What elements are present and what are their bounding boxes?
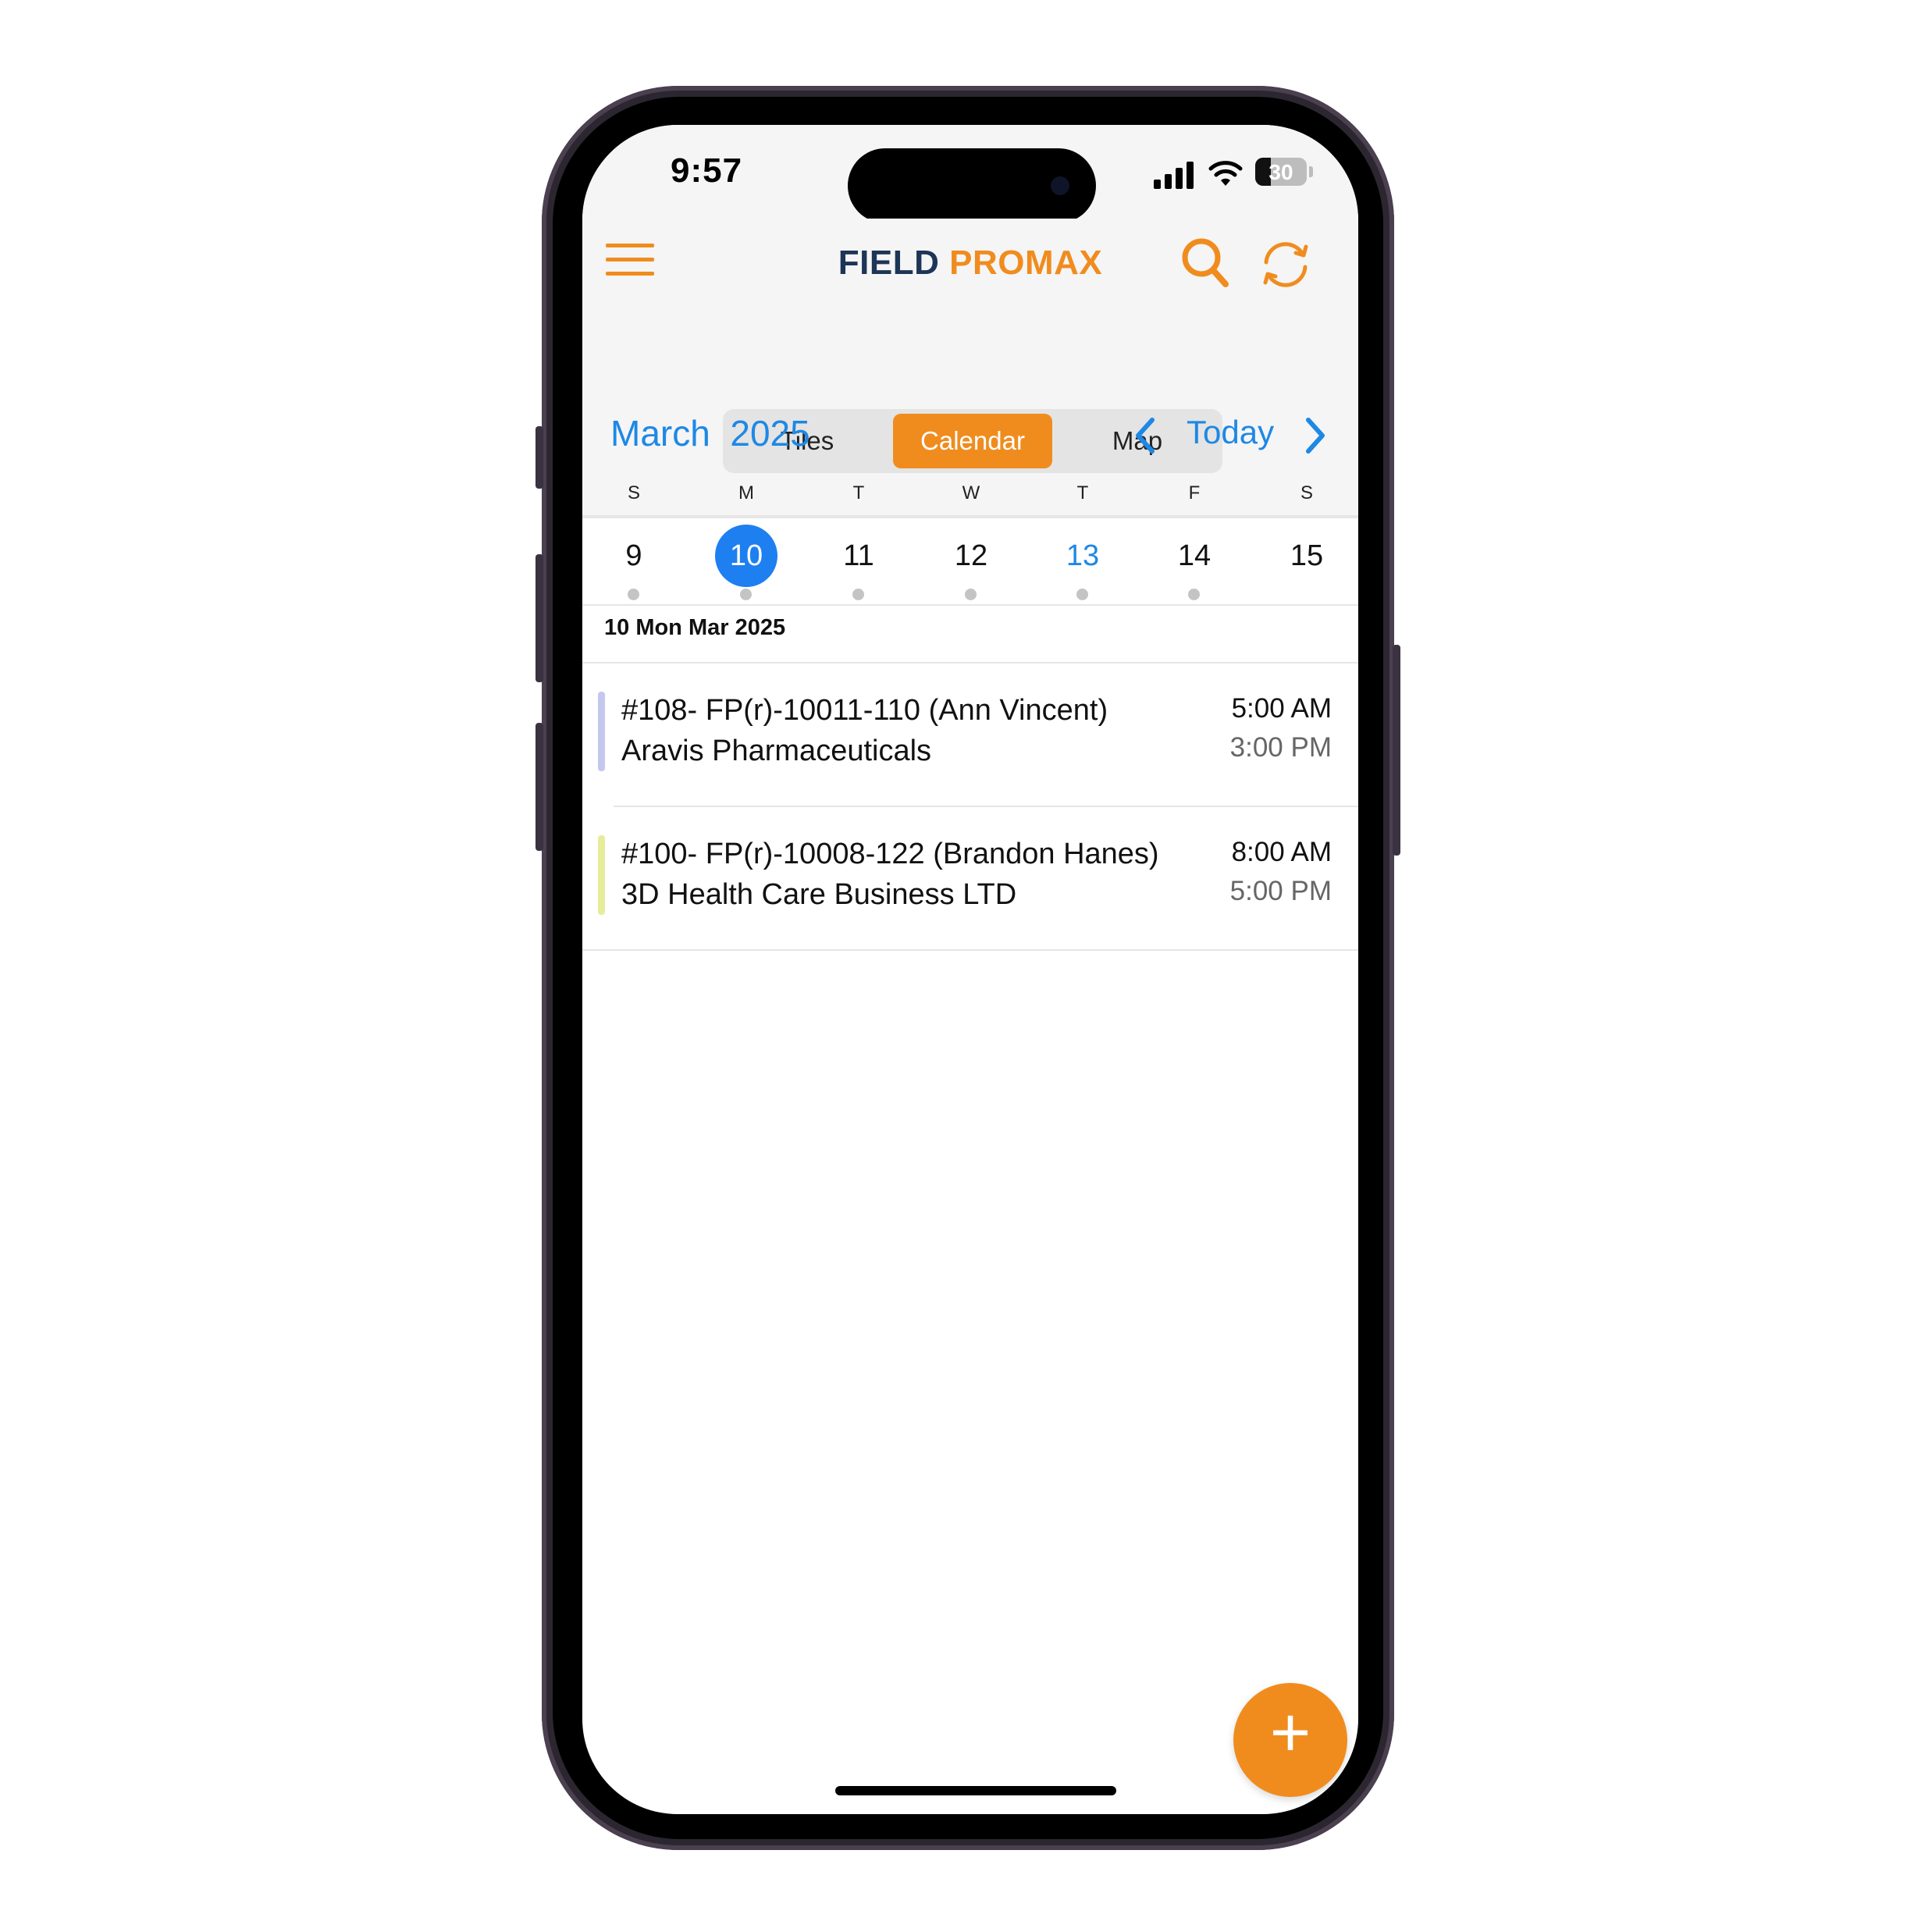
app-header: FIELD PROMAX Tiles Calendar Map: [582, 219, 1358, 518]
event-item[interactable]: #100- FP(r)-10008-122 (Brandon Hanes) 3D…: [582, 807, 1358, 951]
app-logo: FIELD PROMAX: [582, 244, 1358, 283]
action-button: [535, 426, 543, 489]
logo-field: FIELD: [838, 244, 940, 282]
status-time: 9:57: [671, 151, 743, 190]
selected-date-label: 10 Mon Mar 2025: [604, 615, 786, 640]
add-button[interactable]: +: [1233, 1683, 1347, 1797]
search-icon[interactable]: [1180, 236, 1230, 289]
cellular-signal-icon: [1154, 162, 1194, 189]
status-bar: 9:57 30: [582, 125, 1358, 223]
plus-icon: +: [1269, 1694, 1311, 1772]
event-start-time: 8:00 AM: [1231, 837, 1332, 867]
wifi-icon: [1208, 161, 1243, 186]
weekday-label: W: [962, 482, 980, 503]
divider: [582, 515, 1358, 517]
weekday-label: T: [1076, 482, 1089, 503]
weekday-header: S M T W T F S: [582, 482, 1358, 514]
calendar-day[interactable]: 14: [1163, 525, 1226, 587]
weekday-label: S: [1300, 482, 1313, 503]
event-end-time: 3:00 PM: [1229, 732, 1332, 763]
calendar-day[interactable]: 9: [603, 525, 665, 587]
event-dot: [1188, 589, 1200, 600]
divider: [582, 949, 1358, 951]
event-dot: [852, 589, 864, 600]
month-title: March 2025: [610, 413, 810, 454]
power-button: [1393, 645, 1400, 856]
dynamic-island: [848, 148, 1096, 223]
calendar-day[interactable]: 12: [940, 525, 1002, 587]
event-title: #100- FP(r)-10008-122 (Brandon Hanes) 3D…: [621, 838, 1159, 911]
weekday-label: M: [738, 482, 754, 503]
event-color-bar: [598, 692, 605, 771]
volume-up-button: [535, 554, 543, 682]
weekday-label: S: [627, 482, 640, 503]
logo-promax: PROMAX: [949, 244, 1103, 282]
chevron-right-icon[interactable]: [1300, 414, 1332, 457]
event-dot: [740, 589, 752, 600]
event-item[interactable]: #108- FP(r)-10011-110 (Ann Vincent) Arav…: [582, 664, 1358, 807]
event-dot: [628, 589, 639, 600]
event-title: #108- FP(r)-10011-110 (Ann Vincent) Arav…: [621, 694, 1108, 767]
event-end-time: 5:00 PM: [1229, 876, 1332, 906]
volume-down-button: [535, 723, 543, 851]
calendar-day[interactable]: 15: [1276, 525, 1338, 587]
sync-icon[interactable]: [1258, 237, 1313, 292]
home-indicator[interactable]: [835, 1786, 1116, 1795]
today-button[interactable]: Today: [1187, 414, 1274, 451]
battery-tip: [1309, 166, 1313, 177]
battery-level: 30: [1268, 160, 1293, 184]
tab-calendar[interactable]: Calendar: [893, 414, 1052, 468]
calendar-day-selected[interactable]: 10: [715, 525, 777, 587]
calendar-day[interactable]: 11: [827, 525, 890, 587]
weekday-label: F: [1188, 482, 1201, 503]
camera-icon: [1051, 176, 1069, 195]
event-dot: [965, 589, 977, 600]
divider: [582, 604, 1358, 606]
event-dot: [1076, 589, 1088, 600]
battery-icon: 30: [1255, 158, 1307, 186]
weekday-label: T: [852, 482, 865, 503]
event-start-time: 5:00 AM: [1231, 693, 1332, 724]
app-screen: 9:57 30 FIELD PROMAX Tiles Calendar Map …: [582, 125, 1358, 1814]
event-color-bar: [598, 835, 605, 915]
chevron-left-icon[interactable]: [1129, 414, 1160, 457]
calendar-day-today[interactable]: 13: [1051, 525, 1114, 587]
